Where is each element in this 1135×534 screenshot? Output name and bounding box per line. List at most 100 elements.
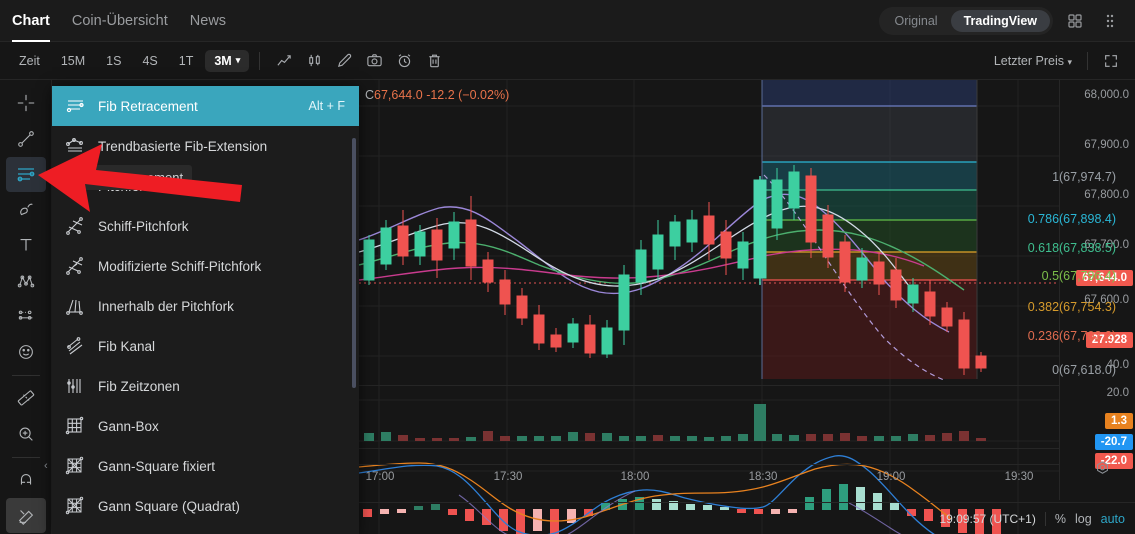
menu-item-label: Innerhalb der Pitchfork [98, 298, 234, 314]
menu-item-fib-kanal[interactable]: Fib Kanal [52, 326, 359, 366]
price-tick-68000: 68,000.0 [1084, 89, 1129, 101]
fib-label-0: 0(67,618.0) [1052, 363, 1116, 377]
rail-divider [11, 375, 40, 376]
menu-item-label: Fib Retracement [98, 98, 198, 114]
menu-item-fib-zeitzonen[interactable]: Fib Zeitzonen [52, 366, 359, 406]
interval-3m[interactable]: 3M ▾ [205, 49, 250, 72]
nav-tab-coin-overview[interactable]: Coin-Übersicht [72, 0, 168, 42]
zoom-in-icon[interactable] [6, 417, 46, 452]
menu-item-modifizierte-schiff-pitchfork[interactable]: Modifizierte Schiff-Pitchfork [52, 246, 359, 286]
interval-1t[interactable]: 1T [170, 50, 203, 72]
toolbar-divider-right [1087, 51, 1088, 70]
nav-tab-news[interactable]: News [190, 0, 226, 42]
ohlc-change-pct: (−0.02%) [458, 88, 510, 102]
volume-pane [359, 386, 1059, 448]
ohlc-close-prefix: C [365, 88, 375, 102]
fib-label-0236: 0.236(67,702.2) [1027, 329, 1116, 343]
modified-schiff-pitchfork-icon [64, 255, 98, 277]
log-scale-button[interactable]: log [1075, 512, 1092, 526]
grid-icon[interactable] [1062, 8, 1088, 34]
toolbar-left: Zeit 15M 1S 4S 1T 3M ▾ [0, 48, 448, 74]
interval-3m-label: 3M [214, 53, 232, 68]
menu-item-label: Schiff-Pitchfork [98, 218, 189, 234]
pattern-icon[interactable] [6, 264, 46, 299]
trash-icon[interactable] [420, 48, 448, 74]
magnet-icon[interactable] [6, 463, 46, 498]
top-navigation-bar: Chart Coin-Übersicht News Original Tradi… [0, 0, 1135, 42]
menu-item-gann-box[interactable]: Gann-Box [52, 406, 359, 446]
status-divider [1044, 511, 1046, 526]
pencil-icon[interactable] [330, 48, 358, 74]
fib-label-05: 0.5(67,796.4) [1041, 269, 1116, 283]
fib-retracement-icon [64, 95, 98, 117]
fib-label-1: 1(67,974.7) [1052, 170, 1116, 184]
source-option-tradingview[interactable]: TradingView [950, 9, 1050, 32]
trading-chart-app: Chart Coin-Übersicht News Original Tradi… [0, 0, 1135, 534]
price-mode-label: Letzter Preis [993, 53, 1064, 68]
menu-item-label: Gann-Square fixiert [98, 458, 216, 474]
fib-label-0618: 0.618(67,838.5) [1027, 241, 1116, 255]
fib-label-0382: 0.382(67,754.3) [1027, 300, 1116, 314]
clock-display: 19:09:57 (UTC+1) [939, 511, 1036, 526]
macd-badge-1: 1.3 [1105, 413, 1133, 429]
nav-tab-chart[interactable]: Chart [12, 0, 50, 42]
fib-extension-icon [64, 135, 98, 157]
gann-square-icon [64, 495, 98, 517]
auto-scale-button[interactable]: auto [1101, 512, 1125, 526]
menu-item-label: Fib Kanal [98, 338, 156, 354]
rail-collapse-chevron-icon-2[interactable]: ‹ [44, 460, 48, 472]
menu-item-fib-retracement[interactable]: Fib Retracement Alt + F [52, 86, 359, 126]
interval-15m[interactable]: 15M [52, 50, 94, 72]
chart-area[interactable]: C67,644.0 -12.2 (−0.02%) 1(67,974.7) 0.7… [359, 80, 1135, 534]
toolbar-divider [259, 51, 261, 70]
fib-retracement-icon[interactable]: ‹ [5, 157, 54, 192]
chart-toolbar: Zeit 15M 1S 4S 1T 3M ▾ Letzter Preis ▾ [0, 42, 1135, 80]
menu-item-label: Trendbasierte Fib-Extension [98, 138, 268, 154]
ruler-icon[interactable] [6, 381, 46, 416]
price-pane [359, 80, 1059, 385]
menu-item-gann-square-fixiert[interactable]: Gann-Square fixiert [52, 446, 359, 486]
drag-handle-icon[interactable] [1097, 8, 1123, 34]
eraser-icon[interactable] [5, 498, 46, 533]
source-option-original[interactable]: Original [882, 10, 951, 32]
trend-line-icon[interactable] [6, 122, 46, 157]
time-tick-1900: 19:00 [876, 471, 906, 483]
text-icon[interactable] [6, 228, 46, 263]
interval-4s[interactable]: 4S [133, 50, 166, 72]
menu-item-schiff-pitchfork[interactable]: Schiff-Pitchfork [52, 206, 359, 246]
line-chart-icon[interactable] [270, 48, 298, 74]
alarm-clock-icon[interactable] [390, 48, 418, 74]
menu-item-innerhalb-der-pitchfork[interactable]: Innerhalb der Pitchfork [52, 286, 359, 326]
price-tick-67800: 67,800.0 [1084, 189, 1129, 201]
time-axis[interactable]: 17:00 17:30 18:00 18:30 19:00 19:30 [359, 464, 1059, 490]
percent-scale-button[interactable]: % [1055, 512, 1066, 526]
menu-item-trendbasierte-fib-extension[interactable]: Trendbasierte Fib-Extension [52, 126, 359, 166]
crosshair-icon[interactable] [6, 86, 46, 121]
emoji-icon[interactable] [6, 335, 46, 370]
ohlc-close-value: 67,644.0 [374, 88, 423, 102]
menu-item-label: Fib Zeitzonen [98, 378, 180, 394]
rail-divider-2 [11, 457, 40, 458]
interval-1s[interactable]: 1S [97, 50, 130, 72]
menu-scrollbar[interactable] [352, 138, 356, 388]
menu-item-label: Gann-Box [98, 418, 159, 434]
toolbar-time-label: Zeit [19, 53, 40, 68]
time-tick-1730: 17:30 [493, 471, 523, 483]
macd-badge-2: -20.7 [1094, 434, 1133, 450]
menu-item-gann-square-quadrat[interactable]: Gann Square (Quadrat) [52, 486, 359, 526]
settings-gear-icon[interactable] [1094, 460, 1111, 482]
time-tick-1700: 17:00 [365, 471, 395, 483]
time-tick-1800: 18:00 [620, 471, 650, 483]
forecast-icon[interactable] [6, 299, 46, 334]
tool-tooltip: Fib Retracement [78, 165, 193, 190]
chevron-down-icon: ▾ [235, 55, 241, 65]
price-mode-selector[interactable]: Letzter Preis ▾ [988, 50, 1078, 72]
menu-item-label: Modifizierte Schiff-Pitchfork [98, 258, 262, 274]
brush-icon[interactable] [6, 193, 46, 228]
camera-icon[interactable] [360, 48, 388, 74]
fib-label-0786: 0.786(67,898.4) [1027, 212, 1116, 226]
price-axis[interactable]: 68,000.0 67,900.0 67,800.0 67,700.0 67,6… [1059, 80, 1135, 500]
fib-timezone-icon [64, 375, 98, 397]
candlestick-icon[interactable] [300, 48, 328, 74]
fullscreen-icon[interactable] [1097, 48, 1125, 74]
